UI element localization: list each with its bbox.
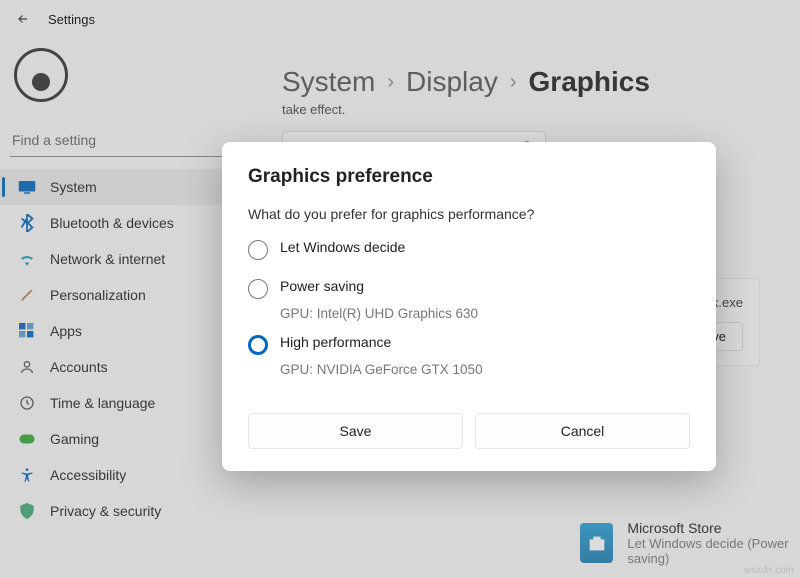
graphics-preference-dialog: Graphics preference What do you prefer f… (222, 142, 716, 471)
radio-let-windows-decide[interactable]: Let Windows decide (248, 236, 690, 263)
radio-power-saving[interactable]: Power saving (248, 275, 690, 302)
cancel-button[interactable]: Cancel (475, 413, 690, 449)
radio-icon-selected (248, 335, 268, 355)
dialog-title: Graphics preference (248, 166, 690, 188)
save-button[interactable]: Save (248, 413, 463, 449)
radio-icon (248, 279, 268, 299)
radio-icon (248, 240, 268, 260)
radio-label: High performance (280, 334, 391, 350)
radio-high-performance[interactable]: High performance (248, 331, 690, 358)
gpu-sub-power: GPU: Intel(R) UHD Graphics 630 (280, 306, 690, 321)
gpu-sub-high: GPU: NVIDIA GeForce GTX 1050 (280, 362, 690, 377)
radio-label: Let Windows decide (280, 239, 405, 255)
watermark: wsxdn.com (744, 565, 794, 576)
radio-label: Power saving (280, 278, 364, 294)
dialog-question: What do you prefer for graphics performa… (248, 206, 690, 222)
